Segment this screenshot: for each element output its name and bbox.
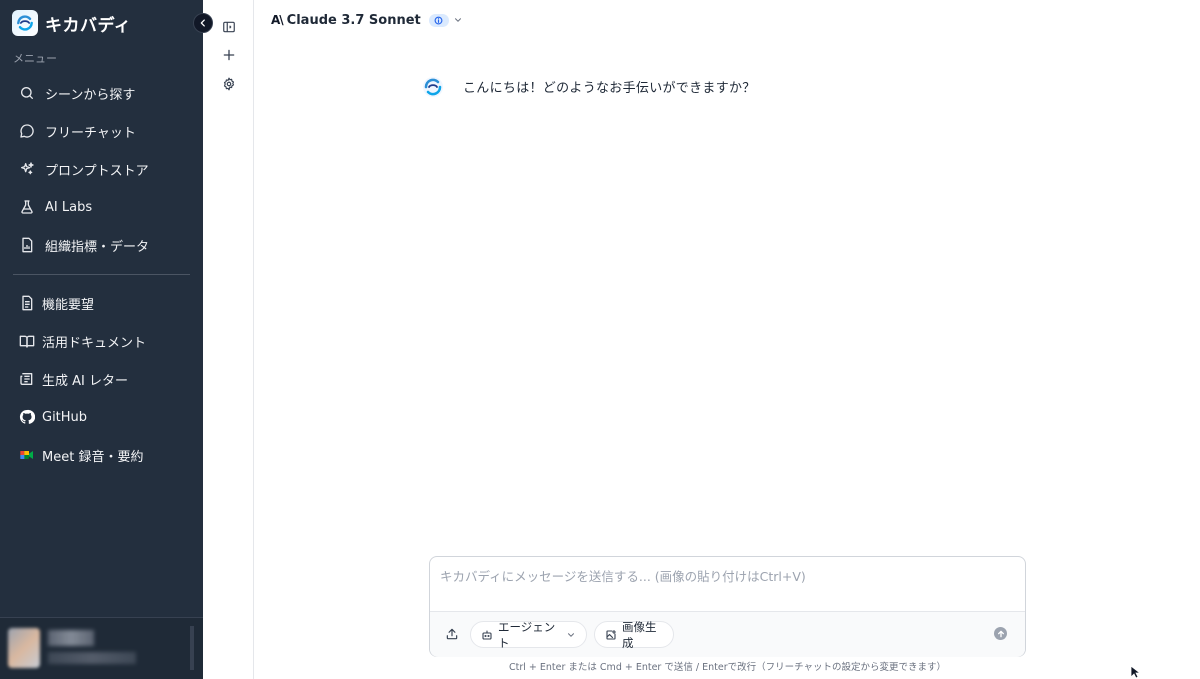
document-icon [22, 295, 33, 311]
sidebar-item-label: フリーチャット [45, 125, 136, 141]
sidebar-item-label: Meet 録音・要約 [42, 449, 144, 465]
composer-toolbar: エージェント 画像生成 [430, 612, 1025, 657]
newspaper-icon [20, 373, 33, 385]
user-profile[interactable] [0, 617, 203, 679]
sidebar-item-label: AI Labs [45, 199, 93, 215]
message-composer: エージェント 画像生成 [429, 556, 1026, 657]
search-icon [21, 87, 33, 99]
primary-nav: シーンから探す フリーチャット プロンプトストア AI Labs 組織指標・デー… [8, 74, 194, 264]
github-icon [19, 409, 35, 424]
chat-rail [203, 0, 254, 679]
sidebar-item-meet-recording[interactable]: Meet 録音・要約 [8, 436, 194, 474]
avatar [8, 628, 40, 668]
sidebar-item-label: 組織指標・データ [45, 239, 150, 255]
chart-document-icon [22, 237, 33, 253]
sparkles-icon [21, 162, 34, 175]
sidebar-item-label: プロンプトストア [45, 163, 149, 179]
sidebar-item-free-chat[interactable]: フリーチャット [8, 112, 194, 150]
menu-heading: メニュー [13, 52, 57, 65]
info-icon [434, 16, 443, 24]
sidebar-panel-icon [223, 21, 235, 33]
chevron-down-icon [454, 18, 461, 22]
message-input[interactable] [430, 557, 1025, 611]
chat-settings-button[interactable] [220, 75, 238, 93]
secondary-nav: 機能要望 活用ドキュメント 生成 AI レター GitHub Meet 録音・要… [8, 284, 194, 474]
new-chat-button[interactable] [220, 46, 238, 64]
app-name: キカバディ [45, 15, 132, 36]
app-logo-icon [12, 10, 38, 36]
sidebar-item-scene-search[interactable]: シーンから探す [8, 74, 194, 112]
chevron-left-icon [200, 19, 205, 27]
sidebar-item-org-metrics[interactable]: 組織指標・データ [8, 226, 194, 264]
brand[interactable]: キカバディ [12, 10, 131, 36]
upload-button[interactable] [444, 626, 460, 642]
sidebar-item-github[interactable]: GitHub [8, 398, 194, 436]
sidebar-divider [13, 274, 190, 275]
collapse-sidebar-button[interactable] [193, 13, 213, 33]
image-edit-icon [606, 629, 617, 640]
agent-select-button[interactable]: エージェント [470, 619, 587, 650]
model-selector[interactable]: A\ Claude 3.7 Sonnet [271, 11, 463, 29]
sidebar-item-label: 活用ドキュメント [42, 335, 147, 351]
user-scroll-indicator [190, 626, 194, 670]
arrow-up-icon [997, 630, 1004, 637]
book-open-icon [19, 335, 35, 348]
message-text: こんにちは！どのようなお手伝いができますか？ [463, 81, 756, 96]
assistant-message: こんにちは！どのようなお手伝いができますか？ [420, 74, 756, 100]
model-info-badge[interactable] [428, 13, 449, 27]
sidebar-item-genai-letter[interactable]: 生成 AI レター [8, 360, 194, 398]
sidebar: キカバディ メニュー シーンから探す フリーチャット プロンプトストア AI L… [0, 0, 203, 679]
sidebar-item-ai-labs[interactable]: AI Labs [8, 188, 194, 226]
send-button[interactable] [994, 627, 1007, 640]
user-email-redacted [48, 652, 136, 664]
user-name-redacted [48, 630, 94, 646]
sidebar-item-label: シーンから探す [45, 87, 136, 103]
flask-icon [21, 200, 33, 214]
upload-icon [446, 628, 458, 640]
anthropic-icon: A\ [271, 13, 284, 27]
gear-icon [223, 77, 235, 91]
agent-label: エージェント [498, 619, 556, 650]
sidebar-item-label: 生成 AI レター [42, 373, 128, 389]
sidebar-item-feature-request[interactable]: 機能要望 [8, 284, 194, 322]
plus-icon [223, 49, 235, 61]
image-generation-button[interactable]: 画像生成 [594, 619, 674, 650]
sidebar-item-label: GitHub [42, 409, 88, 425]
sidebar-item-usage-docs[interactable]: 活用ドキュメント [8, 322, 194, 360]
chat-bubble-icon [20, 124, 34, 138]
sidebar-item-prompt-store[interactable]: プロンプトストア [8, 150, 194, 188]
sidebar-item-label: 機能要望 [42, 297, 95, 313]
google-meet-icon [20, 451, 33, 459]
send-shortcut-hint: Ctrl + Enter または Cmd + Enter で送信 / Enter… [508, 662, 947, 673]
chevron-down-icon [567, 632, 575, 637]
image-generation-label: 画像生成 [622, 619, 657, 650]
toggle-history-button[interactable] [220, 18, 238, 36]
model-name: Claude 3.7 Sonnet [286, 12, 421, 28]
robot-icon [482, 629, 492, 640]
mouse-cursor-icon [1130, 665, 1140, 679]
assistant-avatar-icon [420, 74, 446, 100]
